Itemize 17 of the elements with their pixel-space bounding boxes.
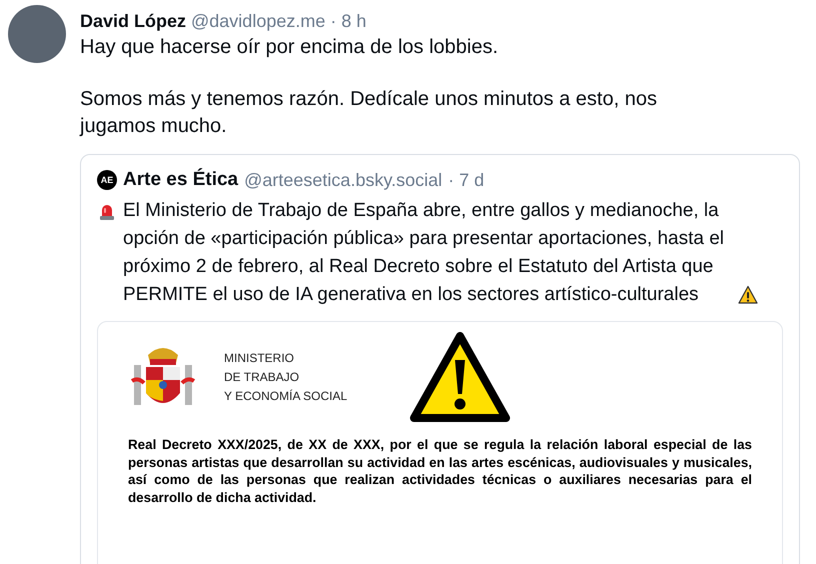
- author-handle[interactable]: @davidlopez.me: [191, 11, 326, 32]
- quoted-post-time[interactable]: · 7 d: [448, 170, 484, 190]
- warning-icon: [737, 285, 759, 305]
- document-heading: Real Decreto XXX/2025, de XX de XXX, por el que se regula la relación laboral especial de las personas artistas que desarrollan su actividad en las artes escénicas, audiovisuales y musicales, así como de las personas que realizan actividades técnicas o auxiliares necesarias para el desarrollo de dicha actividad.: [128, 436, 752, 506]
- quoted-post-text: El Ministerio de Trabajo de España abre, entre gallos y medianoche, la opción de «participación pública» para presentar aportaciones, hasta el próximo 2 de febrero, al Real Decreto sobre el Estatuto del Artista que PERMITE el uso de IA generativa en los sectores artístico-culturales: [123, 199, 726, 307]
- quoted-post-card[interactable]: [80, 154, 800, 564]
- quoted-author-handle[interactable]: @arteesetica.bsky.social: [244, 170, 442, 190]
- ministry-name-line: Y ECONOMÍA SOCIAL: [224, 388, 348, 404]
- post-text: Somos más y tenemos razón. Dedícale unos minutos a esto, nos jugamos mucho.: [80, 87, 658, 139]
- ministry-name-line: MINISTERIO: [224, 350, 296, 366]
- post-time[interactable]: · 8 h: [330, 11, 366, 32]
- document-image-card[interactable]: [97, 321, 783, 564]
- ministry-name-line: DE TRABAJO: [224, 368, 300, 386]
- author-name[interactable]: David López: [80, 11, 186, 32]
- post-text: Hay que hacerse oír por encima de los lobbies.: [80, 35, 500, 60]
- account-logo[interactable]: AE: [97, 170, 117, 190]
- quoted-author-name[interactable]: Arte es Ética: [123, 169, 238, 191]
